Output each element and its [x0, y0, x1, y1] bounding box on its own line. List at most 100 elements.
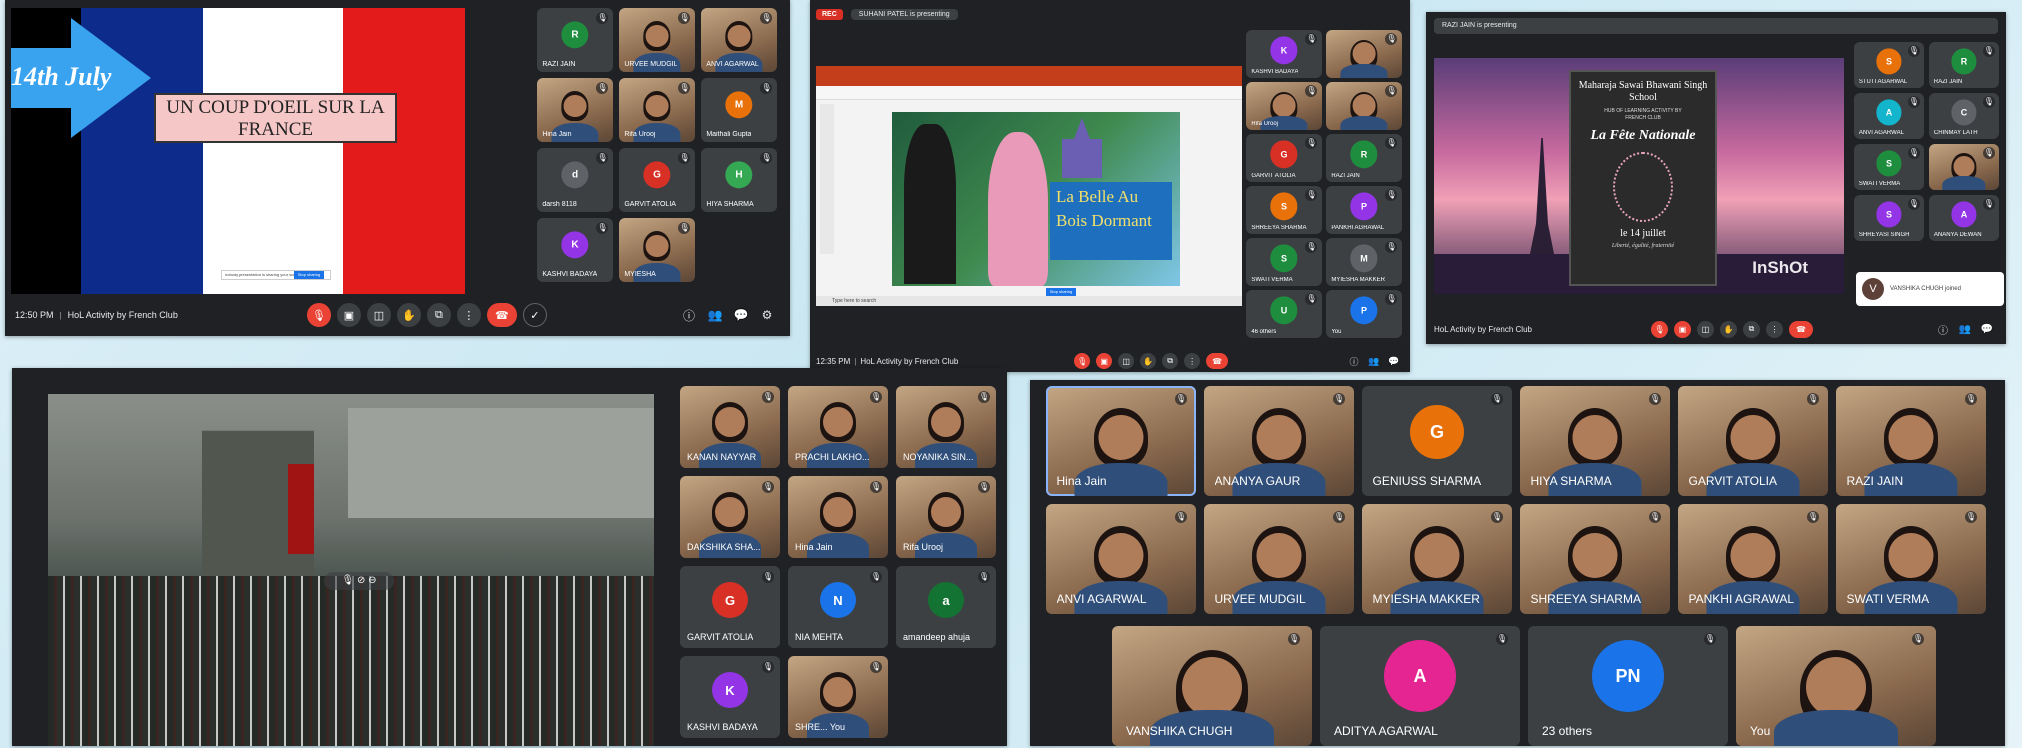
- toast-text: VANSHIKA CHUGH joined: [1890, 286, 1961, 292]
- info-icon[interactable]: ⓘ: [1935, 319, 1951, 339]
- leave-call-button[interactable]: ☎: [486, 303, 517, 327]
- participant-tile[interactable]: 🎙 PANKHI AGRAWAL: [1678, 504, 1828, 614]
- activities-icon[interactable]: ⚙: [757, 305, 777, 325]
- captions-icon[interactable]: ◫: [1696, 320, 1714, 338]
- participant-tile[interactable]: G 🎙 GARVIT ATOLIA: [1246, 134, 1322, 182]
- participant-tile[interactable]: 🎙 HIYA SHARMA: [1520, 386, 1670, 496]
- camera-icon[interactable]: ▣: [336, 303, 361, 327]
- participant-tile[interactable]: S 🎙 SWATI VERMA: [1854, 144, 1924, 190]
- stop-sharing-button[interactable]: Stop sharing: [294, 271, 324, 279]
- participant-video-head: [1888, 532, 1934, 578]
- people-icon[interactable]: 👥: [1957, 319, 1973, 339]
- participant-tile[interactable]: 🎙 NOYANIKA SIN...: [896, 386, 996, 468]
- participant-tile[interactable]: H 🎙 HIYA SHARMA: [701, 148, 777, 212]
- mute-overlay-icon[interactable]: 🎙 ⊘ ⊖: [324, 572, 394, 590]
- leave-call-button[interactable]: ☎: [1206, 353, 1229, 369]
- participant-tile[interactable]: 🎙 Rifa Urooj: [1246, 82, 1322, 130]
- participant-tile[interactable]: K 🎙 KASHVI BADAYA: [537, 218, 613, 282]
- participant-tile[interactable]: A 🎙 ANVI AGARWAL: [1854, 93, 1924, 139]
- stop-sharing-button[interactable]: Stop sharing: [1046, 288, 1076, 296]
- people-icon[interactable]: 👥: [705, 305, 725, 325]
- more-options-icon[interactable]: ⋮: [1765, 320, 1783, 338]
- participant-tile[interactable]: 🎙 Rifa Urooj: [896, 476, 996, 558]
- leave-call-button[interactable]: ☎: [1788, 320, 1813, 338]
- participant-tile[interactable]: 🎙 GARVIT ATOLIA: [1678, 386, 1828, 496]
- present-icon[interactable]: ⧉: [1162, 353, 1179, 369]
- participant-tile[interactable]: 🎙 Rifa Urooj: [619, 78, 695, 142]
- participant-tile[interactable]: 🎙 RAZI JAIN: [1836, 386, 1986, 496]
- participant-tile[interactable]: N 🎙 NIA MEHTA: [788, 566, 888, 648]
- participant-video-head: [1272, 94, 1296, 118]
- participant-tile[interactable]: R 🎙 RAZI JAIN: [1929, 42, 1999, 88]
- participant-tile[interactable]: A 🎙 ADITYA AGARWAL: [1320, 626, 1520, 746]
- participant-tile[interactable]: 🎙 URVEE MUDGIL: [1204, 504, 1354, 614]
- participant-tile[interactable]: C 🎙 CHINMAY LATH: [1929, 93, 1999, 139]
- people-icon[interactable]: 👥: [1367, 351, 1381, 371]
- participant-tile[interactable]: G 🎙 GARVIT ATOLIA: [680, 566, 780, 648]
- info-icon[interactable]: ⓘ: [679, 305, 699, 325]
- participant-tile[interactable]: d 🎙 darsh 8118: [537, 148, 613, 212]
- raise-hand-icon[interactable]: ✋: [1719, 320, 1737, 338]
- participant-tile[interactable]: 🎙 DAKSHIKA SHA...: [680, 476, 780, 558]
- present-icon[interactable]: ⧉: [1742, 320, 1760, 338]
- participant-tile[interactable]: 🎙 ANVI AGARWAL: [701, 8, 777, 72]
- raise-hand-icon[interactable]: ✋: [1140, 353, 1157, 369]
- participant-tile[interactable]: P 🎙 PANKHI AGRAWAL: [1326, 186, 1402, 234]
- participant-video-head: [1953, 155, 1975, 177]
- chat-icon[interactable]: 💬: [731, 305, 751, 325]
- participant-tile[interactable]: 🎙 ANANYA GAUR: [1204, 386, 1354, 496]
- more-options-icon[interactable]: ⋮: [456, 303, 481, 327]
- more-options-icon[interactable]: ⋮: [1184, 353, 1201, 369]
- participant-avatar: PN: [1592, 640, 1664, 713]
- info-icon[interactable]: ⓘ: [1347, 351, 1361, 371]
- participant-tile[interactable]: 🎙: [1326, 82, 1402, 130]
- participant-tile[interactable]: 🎙 ANVI AGARWAL: [1046, 504, 1196, 614]
- participant-tile[interactable]: 🎙 MYIESHA: [619, 218, 695, 282]
- participant-tile[interactable]: 🎙 Hina Jain: [1046, 386, 1196, 496]
- participant-tile[interactable]: 🎙: [1326, 30, 1402, 78]
- participant-tile[interactable]: K 🎙 KASHVI BADAYA: [680, 656, 780, 738]
- participant-tile[interactable]: U 🎙 46 others: [1246, 290, 1322, 338]
- participant-tile[interactable]: M 🎙 MYIESHA MAKKER: [1326, 238, 1402, 286]
- participant-tile[interactable]: R 🎙 RAZI JAIN: [1326, 134, 1402, 182]
- participant-tile[interactable]: G 🎙 GENIUSS SHARMA: [1362, 386, 1512, 496]
- participant-tile[interactable]: 🎙: [1929, 144, 1999, 190]
- chat-icon[interactable]: 💬: [1387, 351, 1401, 371]
- participant-tile[interactable]: 🎙 Hina Jain: [788, 476, 888, 558]
- camera-off-icon[interactable]: ▣: [1096, 353, 1113, 369]
- raise-hand-icon[interactable]: ✋: [396, 303, 421, 327]
- participant-tile[interactable]: a 🎙 amandeep ahuja: [896, 566, 996, 648]
- participant-tile[interactable]: 🎙 Hina Jain: [537, 78, 613, 142]
- participant-tile[interactable]: S 🎙 SWATI VERMA: [1246, 238, 1322, 286]
- mic-off-icon[interactable]: 🎙: [1650, 320, 1668, 338]
- participant-tile[interactable]: 🎙 SHRE... You: [788, 656, 888, 738]
- camera-off-icon[interactable]: ▣: [1673, 320, 1691, 338]
- participant-tile[interactable]: 🎙 VANSHIKA CHUGH: [1112, 626, 1312, 746]
- mic-off-icon[interactable]: 🎙: [306, 303, 331, 327]
- participant-tile[interactable]: P 🎙 You: [1326, 290, 1402, 338]
- captions-icon[interactable]: ◫: [1118, 353, 1135, 369]
- participant-tile[interactable]: K 🎙 KASHVI BADAYA: [1246, 30, 1322, 78]
- participant-avatar: S: [1270, 244, 1298, 272]
- participant-tile[interactable]: G 🎙 GARVIT ATOLIA: [619, 148, 695, 212]
- participant-tile[interactable]: 🎙 URVEE MUDGIL: [619, 8, 695, 72]
- participant-tile[interactable]: 🎙 MYIESHA MAKKER: [1362, 504, 1512, 614]
- participant-tile[interactable]: 🎙 KANAN NAYYAR: [680, 386, 780, 468]
- mic-off-icon[interactable]: 🎙: [1074, 353, 1091, 369]
- participant-tile[interactable]: R 🎙 RAZI JAIN: [537, 8, 613, 72]
- participant-tile[interactable]: 🎙 PRACHI LAKHO...: [788, 386, 888, 468]
- chat-icon[interactable]: 💬: [1979, 319, 1995, 339]
- captions-icon[interactable]: ◫: [366, 303, 391, 327]
- mic-muted-icon: 🎙: [1385, 84, 1398, 97]
- check-icon[interactable]: ✓: [522, 303, 547, 327]
- participant-tile[interactable]: S 🎙 SHREEYA SHARMA: [1246, 186, 1322, 234]
- participant-tile[interactable]: S 🎙 SHREYASI SINGH: [1854, 195, 1924, 241]
- participant-tile[interactable]: S 🎙 STUTI AGARWAL: [1854, 42, 1924, 88]
- participant-tile[interactable]: 🎙 SWATI VERMA: [1836, 504, 1986, 614]
- participant-tile[interactable]: 🎙 You: [1736, 626, 1936, 746]
- present-icon[interactable]: ⧉: [426, 303, 451, 327]
- participant-tile[interactable]: 🎙 SHREEYA SHARMA: [1520, 504, 1670, 614]
- participant-tile[interactable]: A 🎙 ANANYA DEWAN: [1929, 195, 1999, 241]
- participant-tile[interactable]: PN 🎙 23 others: [1528, 626, 1728, 746]
- participant-tile[interactable]: M 🎙 Maithali Gupta: [701, 78, 777, 142]
